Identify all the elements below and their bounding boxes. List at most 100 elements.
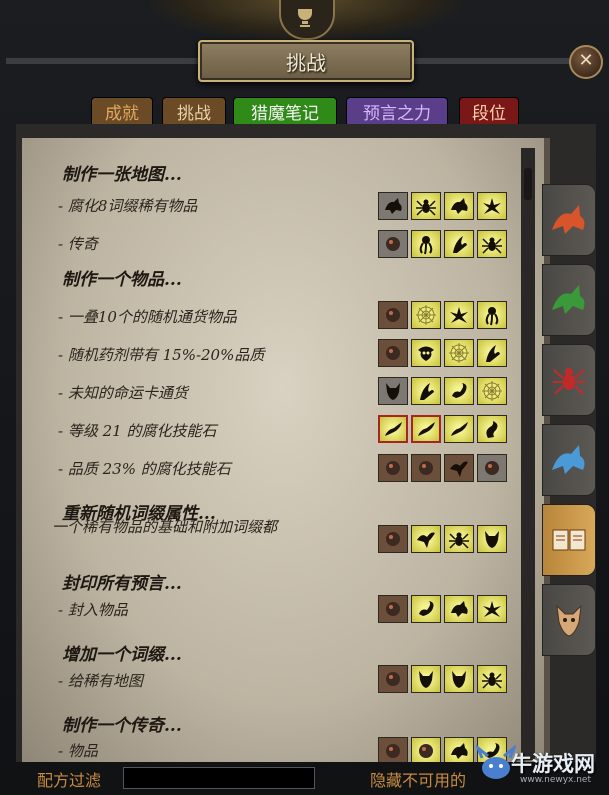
close-button[interactable]: ✕ — [569, 45, 603, 79]
spider-icon[interactable] — [411, 192, 441, 220]
beast-icon[interactable] — [444, 737, 474, 762]
watermark: 牛游戏网 www.newyx.net — [474, 743, 609, 795]
recipe-ingredient-icons — [378, 377, 507, 405]
harpy-icon[interactable] — [378, 595, 408, 623]
recipe-ingredient-icons — [378, 454, 507, 482]
side-tab-3[interactable] — [542, 344, 596, 416]
side-tab-5[interactable] — [542, 504, 596, 576]
leech-icon[interactable] — [444, 415, 474, 443]
recipe-ingredient-icons — [378, 230, 507, 258]
recipe-item-label[interactable]: - 腐化8词缀稀有物品 — [58, 198, 418, 215]
tab-challenges[interactable]: 挑战 — [162, 97, 226, 125]
red-dragon-icon — [552, 205, 585, 234]
spider-icon[interactable] — [477, 665, 507, 693]
recipe-ingredient-icons — [378, 301, 507, 329]
recipe-item-label[interactable]: - 封入物品 — [58, 602, 418, 619]
creature-icon[interactable] — [378, 301, 408, 329]
book-icon — [552, 529, 586, 551]
recipe-filter-label: 配方过滤 — [37, 771, 102, 790]
pirate-icon[interactable] — [378, 525, 408, 553]
recipe-filter-input[interactable] — [123, 767, 315, 789]
insect-icon[interactable] — [444, 301, 474, 329]
recipe-page: 制作一张地图... - 腐化8词缀稀有物品 - 传奇制作一个物品... - 一叠10个… — [22, 138, 550, 762]
ghost-icon[interactable] — [477, 454, 507, 482]
spider-icon[interactable] — [477, 230, 507, 258]
ogre-icon[interactable] — [411, 454, 441, 482]
recipe-item-label[interactable]: - 传奇 — [58, 236, 418, 253]
web-icon[interactable] — [411, 301, 441, 329]
recipe-ingredient-icons — [378, 192, 507, 220]
leech-icon[interactable] — [378, 415, 408, 443]
side-tab-6[interactable] — [542, 584, 596, 656]
bull-logo-icon — [474, 743, 518, 779]
claw-icon[interactable] — [444, 230, 474, 258]
recipe-ingredient-icons — [378, 525, 507, 553]
title-plate: 挑战 — [198, 40, 414, 82]
web-icon[interactable] — [477, 377, 507, 405]
scrollbar-thumb[interactable] — [524, 168, 532, 200]
bird-icon[interactable] — [411, 525, 441, 553]
demon-icon[interactable] — [411, 665, 441, 693]
recipe-ingredient-icons — [378, 595, 507, 623]
scrollbar[interactable] — [521, 148, 535, 760]
demon-icon[interactable] — [378, 377, 408, 405]
spider-icon — [553, 368, 585, 395]
watermark-url: www.newyx.net — [520, 775, 592, 785]
tab-achievements[interactable]: 成就 — [91, 97, 153, 125]
insect-icon[interactable] — [477, 595, 507, 623]
trophy-icon — [298, 9, 312, 27]
recipe-item-label[interactable]: - 一叠10个的随机通货物品 — [58, 309, 418, 326]
recipe-item-label[interactable]: - 物品 — [58, 743, 418, 760]
skull-mask-icon — [556, 604, 582, 637]
tab-bestiary[interactable]: 猎魔笔记 — [233, 97, 337, 125]
beast-icon[interactable] — [444, 192, 474, 220]
recipe-item-label[interactable]: - 等级 21 的腐化技能石 — [58, 423, 418, 440]
bug-icon[interactable] — [411, 737, 441, 762]
leech-icon[interactable] — [411, 415, 441, 443]
claw-icon[interactable] — [477, 339, 507, 367]
tab-prophecy[interactable]: 预言之力 — [346, 97, 448, 125]
ghost-icon[interactable] — [378, 737, 408, 762]
wolf-icon[interactable] — [444, 595, 474, 623]
tentacle-icon[interactable] — [477, 301, 507, 329]
side-tab-4[interactable] — [542, 424, 596, 496]
blue-wraith-icon — [552, 445, 585, 474]
cat-icon[interactable] — [378, 339, 408, 367]
section-header: 制作一个物品... — [62, 270, 182, 290]
side-tab-2[interactable] — [542, 264, 596, 336]
section-header: 制作一张地图... — [62, 165, 182, 185]
section-header: 制作一个传奇... — [62, 716, 182, 736]
hide-unavailable-label[interactable]: 隐藏不可用的 — [370, 767, 466, 791]
side-tab-1[interactable] — [542, 184, 596, 256]
tentacle-icon[interactable] — [411, 230, 441, 258]
section-header: 增加一个词缀... — [62, 645, 182, 665]
tab-ladder[interactable]: 段位 — [459, 97, 519, 125]
web-icon[interactable] — [444, 339, 474, 367]
demon-icon[interactable] — [477, 525, 507, 553]
window-title: 挑战 — [286, 50, 326, 75]
section-header: 封印所有预言... — [62, 574, 182, 594]
warrior-icon[interactable] — [378, 454, 408, 482]
recipe-item-label[interactable]: - 品质 23% 的腐化技能石 — [58, 461, 418, 478]
scorpion-icon[interactable] — [444, 377, 474, 405]
recipe-ingredient-icons — [378, 415, 507, 443]
recipe-item-label[interactable]: - 随机药剂带有 15%-20%品质 — [58, 347, 418, 364]
tab-bar: 成就 挑战 猎魔笔记 预言之力 段位 — [0, 97, 609, 125]
spider-icon[interactable] — [444, 525, 474, 553]
recipe-ingredient-icons — [378, 339, 507, 367]
wolf-icon[interactable] — [378, 192, 408, 220]
recipe-item-label[interactable]: - 给稀有地图 — [58, 673, 418, 690]
recipe-ingredient-icons — [378, 665, 507, 693]
hand-icon[interactable] — [378, 230, 408, 258]
recipe-item-label[interactable]: 一个稀有物品的基础和附加词缀都 — [52, 519, 352, 536]
bird-icon[interactable] — [444, 454, 474, 482]
claw-icon[interactable] — [411, 377, 441, 405]
green-serpent-icon — [552, 285, 585, 314]
recipe-item-label[interactable]: - 未知的命运卡通货 — [58, 385, 418, 402]
insect-icon[interactable] — [477, 192, 507, 220]
mask-icon[interactable] — [444, 665, 474, 693]
scorpion-icon[interactable] — [411, 595, 441, 623]
skull-icon[interactable] — [411, 339, 441, 367]
lizard-icon[interactable] — [378, 665, 408, 693]
hook-icon[interactable] — [477, 415, 507, 443]
